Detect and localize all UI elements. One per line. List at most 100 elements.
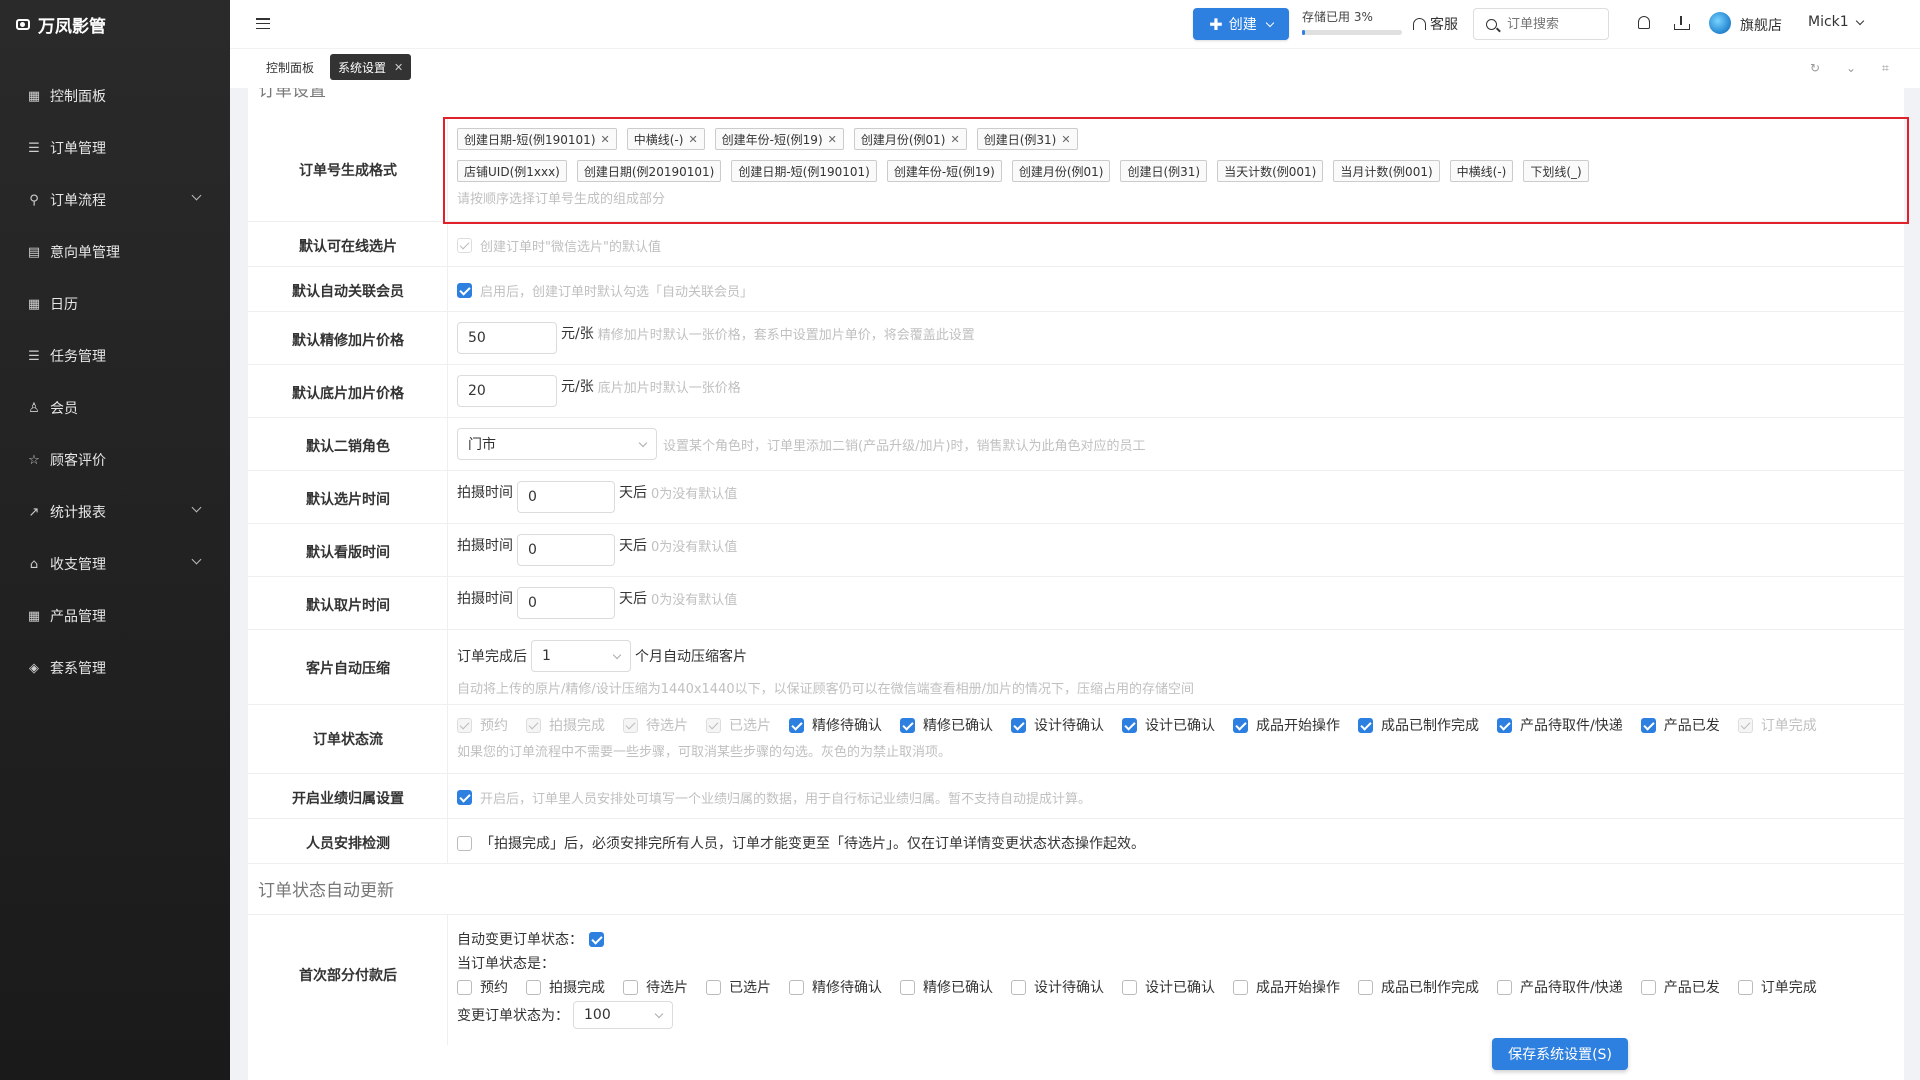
status-checkbox[interactable] bbox=[706, 979, 721, 995]
status-flow-item[interactable]: 设计待确认 bbox=[1011, 715, 1104, 735]
status-checkbox[interactable] bbox=[1640, 717, 1656, 733]
chevron-down-icon[interactable]: ⌄ bbox=[1846, 61, 1856, 75]
first-payment-status-item[interactable]: 精修已确认 bbox=[900, 977, 993, 997]
status-checkbox[interactable] bbox=[526, 979, 541, 995]
status-checkbox[interactable] bbox=[457, 979, 472, 995]
status-checkbox[interactable] bbox=[1011, 979, 1026, 995]
format-option-tag[interactable]: 下划线(_) bbox=[1523, 160, 1589, 182]
status-flow-item[interactable]: 设计已确认 bbox=[1122, 715, 1215, 735]
format-option-tag[interactable]: 中横线(-) bbox=[1449, 160, 1514, 182]
close-icon[interactable]: ✕ bbox=[1061, 133, 1070, 146]
first-payment-status-item[interactable]: 设计待确认 bbox=[1011, 977, 1104, 997]
auto-change-checkbox[interactable] bbox=[589, 931, 604, 947]
retouch-price-input[interactable]: 50 bbox=[457, 322, 557, 354]
status-checkbox[interactable] bbox=[789, 979, 804, 995]
first-payment-status-item[interactable]: 预约 bbox=[457, 977, 508, 997]
sidebar-item-11[interactable]: ◈ 套系管理 bbox=[0, 642, 230, 694]
proof-time-input[interactable]: 0 bbox=[517, 534, 615, 566]
close-icon[interactable]: ✕ bbox=[601, 133, 610, 146]
support-button[interactable]: 客服 bbox=[1413, 14, 1458, 34]
staff-check-checkbox[interactable] bbox=[457, 835, 472, 851]
format-option-tag[interactable]: 创建日期(例20190101) bbox=[576, 160, 722, 182]
format-option-tag[interactable]: 创建日期-短(例190101) bbox=[731, 160, 877, 182]
first-payment-status-item[interactable]: 待选片 bbox=[623, 977, 688, 997]
status-checkbox[interactable] bbox=[1011, 717, 1026, 733]
status-checkbox[interactable] bbox=[1497, 717, 1512, 733]
change-status-select[interactable]: 100 bbox=[573, 1001, 673, 1029]
shop-label[interactable]: 旗舰店 bbox=[1740, 15, 1782, 35]
save-settings-button[interactable]: 保存系统设置(S) bbox=[1492, 1038, 1628, 1070]
sidebar-item-9[interactable]: ⌂ 收支管理 bbox=[0, 538, 230, 590]
status-checkbox[interactable] bbox=[1640, 979, 1656, 995]
sidebar-item-7[interactable]: ☆ 顾客评价 bbox=[0, 434, 230, 486]
first-payment-status-item[interactable]: 拍摄完成 bbox=[526, 977, 605, 997]
search-input[interactable] bbox=[1507, 16, 1597, 32]
create-button[interactable]: ✚ 创建 bbox=[1193, 8, 1289, 40]
first-payment-status-item[interactable]: 订单完成 bbox=[1737, 977, 1817, 997]
sidebar-item-6[interactable]: ♙ 会员 bbox=[0, 382, 230, 434]
format-option-tag[interactable]: 当月计数(例001) bbox=[1333, 160, 1440, 182]
status-checkbox[interactable] bbox=[1233, 717, 1248, 733]
menu-toggle-icon[interactable] bbox=[256, 18, 270, 30]
raw-price-input[interactable]: 20 bbox=[457, 375, 557, 407]
status-checkbox[interactable] bbox=[1122, 979, 1137, 995]
format-option-tag[interactable]: 当天计数(例001) bbox=[1217, 160, 1324, 182]
compress-months-select[interactable]: 1 bbox=[531, 640, 631, 672]
fullscreen-icon[interactable]: ⌗ bbox=[1882, 61, 1889, 76]
second-sales-select[interactable]: 门市 bbox=[457, 428, 657, 460]
first-payment-status-item[interactable]: 成品开始操作 bbox=[1233, 977, 1340, 997]
first-payment-status-item[interactable]: 已选片 bbox=[706, 977, 771, 997]
sidebar-item-2[interactable]: ⚲ 订单流程 bbox=[0, 174, 230, 226]
status-flow-item[interactable]: 产品待取件/快递 bbox=[1497, 715, 1623, 735]
status-flow-item[interactable]: 产品已发 bbox=[1640, 715, 1720, 735]
status-checkbox[interactable] bbox=[623, 979, 638, 995]
status-flow-item[interactable]: 精修已确认 bbox=[900, 715, 993, 735]
status-checkbox[interactable] bbox=[789, 717, 804, 733]
close-icon[interactable]: ✕ bbox=[688, 133, 697, 146]
first-payment-status-item[interactable]: 设计已确认 bbox=[1122, 977, 1215, 997]
format-option-tag[interactable]: 创建年份-短(例19) bbox=[886, 160, 1002, 182]
status-checkbox[interactable] bbox=[900, 979, 915, 995]
first-payment-status-item[interactable]: 精修待确认 bbox=[789, 977, 882, 997]
tab-dashboard[interactable]: 控制面板 bbox=[258, 54, 322, 80]
auto-member-checkbox[interactable] bbox=[457, 283, 472, 298]
bell-icon[interactable] bbox=[1638, 16, 1650, 29]
refresh-icon[interactable]: ↻ bbox=[1810, 61, 1820, 75]
tab-system-settings[interactable]: 系统设置 ✕ bbox=[330, 54, 412, 80]
user-menu[interactable]: Mick1 bbox=[1808, 14, 1864, 30]
pickup-time-input[interactable]: 0 bbox=[517, 587, 615, 619]
first-payment-status-item[interactable]: 产品已发 bbox=[1640, 977, 1720, 997]
status-checkbox[interactable] bbox=[1358, 717, 1373, 733]
sidebar-item-8[interactable]: ↗ 统计报表 bbox=[0, 486, 230, 538]
format-option-tag[interactable]: 店铺UID(例1xxx) bbox=[457, 160, 567, 182]
status-flow-item[interactable]: 成品开始操作 bbox=[1233, 715, 1340, 735]
order-search[interactable] bbox=[1473, 8, 1609, 40]
sidebar-item-4[interactable]: ▦ 日历 bbox=[0, 278, 230, 330]
status-checkbox[interactable] bbox=[1233, 979, 1248, 995]
close-icon[interactable]: ✕ bbox=[950, 133, 959, 146]
status-checkbox[interactable] bbox=[1358, 979, 1373, 995]
status-checkbox[interactable] bbox=[1122, 717, 1137, 733]
close-icon[interactable]: ✕ bbox=[828, 133, 837, 146]
sidebar-item-3[interactable]: ▤ 意向单管理 bbox=[0, 226, 230, 278]
status-flow-item[interactable]: 成品已制作完成 bbox=[1358, 715, 1479, 735]
format-option-tag[interactable]: 创建月份(例01) bbox=[1011, 160, 1111, 182]
performance-checkbox[interactable] bbox=[457, 790, 472, 805]
upload-icon[interactable] bbox=[1674, 16, 1690, 30]
sidebar-item-5[interactable]: ☰ 任务管理 bbox=[0, 330, 230, 382]
sidebar-item-0[interactable]: ▦ 控制面板 bbox=[0, 70, 230, 122]
first-payment-status-item[interactable]: 成品已制作完成 bbox=[1358, 977, 1479, 997]
format-option-tag[interactable]: 创建日(例31) bbox=[1120, 160, 1208, 182]
close-icon[interactable]: ✕ bbox=[394, 61, 403, 74]
select-time-input[interactable]: 0 bbox=[517, 481, 615, 513]
status-checkbox[interactable] bbox=[900, 717, 915, 733]
online-select-checkbox[interactable] bbox=[457, 238, 472, 253]
brand[interactable]: 万凤影管 bbox=[0, 0, 230, 48]
status-flow-item[interactable]: 精修待确认 bbox=[789, 715, 882, 735]
first-payment-status-item[interactable]: 产品待取件/快递 bbox=[1497, 977, 1623, 997]
grid-icon: ▦ bbox=[27, 88, 41, 104]
status-checkbox[interactable] bbox=[1497, 979, 1512, 995]
status-checkbox[interactable] bbox=[1737, 979, 1753, 995]
sidebar-item-10[interactable]: ▦ 产品管理 bbox=[0, 590, 230, 642]
sidebar-item-1[interactable]: ☰ 订单管理 bbox=[0, 122, 230, 174]
